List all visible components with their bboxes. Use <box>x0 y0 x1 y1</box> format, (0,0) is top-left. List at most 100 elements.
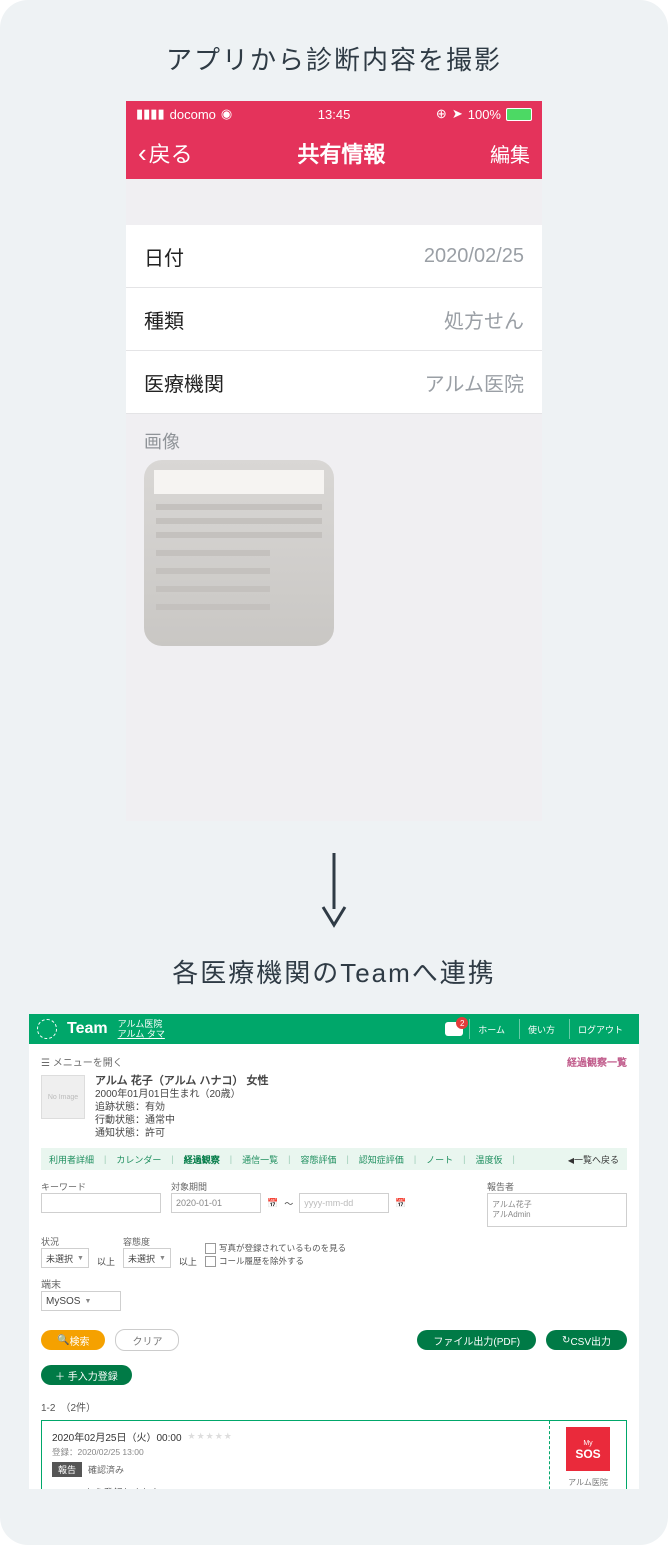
row-type-label: 種類 <box>144 305 184 334</box>
patient-state: 行動状態：通常中 <box>95 1114 269 1127</box>
record-registered: 登録：2020/02/25 13:00 <box>52 1446 539 1458</box>
image-section-label: 画像 <box>126 414 542 460</box>
tab-cond[interactable]: 容態評価 <box>300 1153 336 1166</box>
flow-arrow-icon <box>26 851 642 929</box>
status-select[interactable]: 未選択 <box>41 1248 89 1268</box>
chevron-left-icon: ‹ <box>138 138 147 169</box>
tab-note[interactable]: ノート <box>426 1153 453 1166</box>
patient-notif: 通知状態：許可 <box>95 1127 269 1140</box>
team-org: アルム医院 <box>118 1019 165 1029</box>
filter-row1: キーワード 対象期間 2020-01-01 📅 〜 yyyy-mm-dd 📅 報… <box>41 1180 627 1227</box>
keyword-input[interactable] <box>41 1193 161 1213</box>
status-label: 状況 <box>41 1235 89 1248</box>
prescription-photo-thumb[interactable] <box>144 460 334 646</box>
page-title: 共有情報 <box>297 137 385 169</box>
patient-birth: 2000年01月01日生まれ（20歳） <box>95 1088 269 1101</box>
check-call[interactable]: コール履歴を除外する <box>205 1255 346 1268</box>
team-logo-icon <box>37 1019 57 1039</box>
battery-label: 100% <box>468 107 501 122</box>
section-title-2: 各医療機関のTeamへ連携 <box>26 953 642 990</box>
record-datetime: 2020年02月25日（火）00:00 <box>52 1429 182 1444</box>
tab-calendar[interactable]: カレンダー <box>116 1153 161 1166</box>
search-button[interactable]: 🔍 検索 <box>41 1330 105 1350</box>
patient-block: No Image アルム 花子（アルム ハナコ） 女性 2000年01月01日生… <box>41 1075 627 1140</box>
back-label: 戻る <box>149 137 193 169</box>
avatar: No Image <box>41 1075 85 1119</box>
team-brand: Team <box>67 1020 108 1038</box>
compass-icon: ⊕ <box>436 106 447 122</box>
battery-icon <box>506 108 532 121</box>
add-record-button[interactable]: ＋ 手入力登録 <box>41 1365 132 1385</box>
clear-button[interactable]: クリア <box>115 1329 179 1351</box>
unit-2: 以上 <box>179 1255 197 1268</box>
menu-toggle[interactable]: ☰ メニューを開く <box>41 1054 123 1069</box>
record-side: My SOS アルム医院 MySOS <box>549 1421 626 1489</box>
row-type: 種類 処方せん <box>126 288 542 351</box>
tab-detail[interactable]: 利用者詳細 <box>49 1153 94 1166</box>
unit-1: 以上 <box>97 1255 115 1268</box>
row-date: 日付 2020/02/25 <box>126 225 542 288</box>
hamburger-icon: ☰ <box>41 1058 53 1069</box>
row-org: 医療機関 アルム医院 <box>126 351 542 414</box>
reporter-label: 報告者 <box>487 1180 627 1193</box>
period-from-input[interactable]: 2020-01-01 <box>171 1193 261 1213</box>
tab-comm[interactable]: 通信一覧 <box>242 1153 278 1166</box>
record-text: MySOSから登録しました <box>52 1485 539 1489</box>
device-select[interactable]: MySOS <box>41 1291 121 1311</box>
device-label: 端末 <box>41 1276 627 1291</box>
check-photo[interactable]: 写真が登録されているものを見る <box>205 1242 346 1255</box>
view-title: 経過観察一覧 <box>567 1054 627 1069</box>
back-to-list[interactable]: 一覧へ戻る <box>568 1153 619 1166</box>
record-src1: アルム医院 <box>568 1477 608 1488</box>
location-icon: ➤ <box>452 106 463 122</box>
row-type-value: 処方せん <box>444 305 524 334</box>
care-select[interactable]: 未選択 <box>123 1248 171 1268</box>
record-card: 2020年02月25日（火）00:00 ★★★★★ 登録：2020/02/25 … <box>41 1420 627 1489</box>
tab-observation[interactable]: 経過観察 <box>184 1153 220 1166</box>
row-org-value: アルム医院 <box>425 368 524 397</box>
keyword-label: キーワード <box>41 1180 161 1193</box>
record-stars: ★★★★★ <box>188 1431 233 1442</box>
record-tag-after: 確認済み <box>88 1463 124 1476</box>
back-button[interactable]: ‹ 戻る <box>138 137 193 169</box>
filter-row2: 状況 未選択 以上 容態度 未選択 以上 写真が登録されているものを見る コール… <box>41 1235 627 1268</box>
notification-badge: 2 <box>456 1017 468 1029</box>
row-date-value: 2020/02/25 <box>424 245 524 268</box>
csv-button[interactable]: ↻ CSV出力 <box>546 1330 627 1350</box>
nav-logout[interactable]: ログアウト <box>569 1019 631 1039</box>
search-icon: 🔍 <box>57 1335 69 1346</box>
tab-cog[interactable]: 認知症評価 <box>359 1153 404 1166</box>
reload-icon: ↻ <box>562 1335 570 1346</box>
notification-icon[interactable]: 2 <box>445 1022 463 1036</box>
record-tag: 報告 <box>52 1462 82 1477</box>
nav-howto[interactable]: 使い方 <box>519 1019 563 1039</box>
sos-icon: My SOS <box>566 1427 610 1471</box>
carrier-label: docomo <box>170 107 216 122</box>
row-org-label: 医療機関 <box>144 368 224 397</box>
team-user[interactable]: アルム タマ <box>118 1029 165 1039</box>
nav-bar: ‹ 戻る 共有情報 編集 <box>126 127 542 179</box>
section-title-1: アプリから診断内容を撮影 <box>26 40 642 77</box>
tabs: 利用者詳細| カレンダー| 経過観察| 通信一覧| 容態評価| 認知症評価| ノ… <box>41 1148 627 1170</box>
reporter-select[interactable]: アルム花子 アルAdmin <box>487 1193 627 1227</box>
phone-screenshot: ▮▮▮▮ docomo ◉ 13:45 ⊕ ➤ 100% ‹ 戻る 共有情報 編… <box>126 101 542 821</box>
calendar-icon-2[interactable]: 📅 <box>395 1198 406 1209</box>
action-row: 🔍 検索 クリア ファイル出力(PDF) ↻ CSV出力 <box>41 1329 627 1351</box>
period-to-input[interactable]: yyyy-mm-dd <box>299 1193 389 1213</box>
team-header: Team アルム医院 アルム タマ 2 ホーム 使い方 ログアウト <box>29 1014 639 1044</box>
patient-name: アルム 花子（アルム ハナコ） 女性 <box>95 1075 269 1088</box>
clock: 13:45 <box>318 107 351 122</box>
wifi-icon: ◉ <box>221 106 232 122</box>
tab-temp[interactable]: 温度仮 <box>476 1153 503 1166</box>
signal-icon: ▮▮▮▮ <box>136 106 165 122</box>
period-label: 対象期間 <box>171 1180 477 1193</box>
calendar-icon[interactable]: 📅 <box>267 1198 278 1209</box>
edit-button[interactable]: 編集 <box>490 139 530 168</box>
patient-track: 追跡状態：有効 <box>95 1101 269 1114</box>
team-screenshot: Team アルム医院 アルム タマ 2 ホーム 使い方 ログアウト ☰ メニュー… <box>29 1014 639 1489</box>
pdf-button[interactable]: ファイル出力(PDF) <box>417 1330 536 1350</box>
tilde: 〜 <box>284 1197 293 1210</box>
team-org-user: アルム医院 アルム タマ <box>118 1019 165 1039</box>
row-date-label: 日付 <box>144 242 184 271</box>
nav-home[interactable]: ホーム <box>469 1019 513 1039</box>
